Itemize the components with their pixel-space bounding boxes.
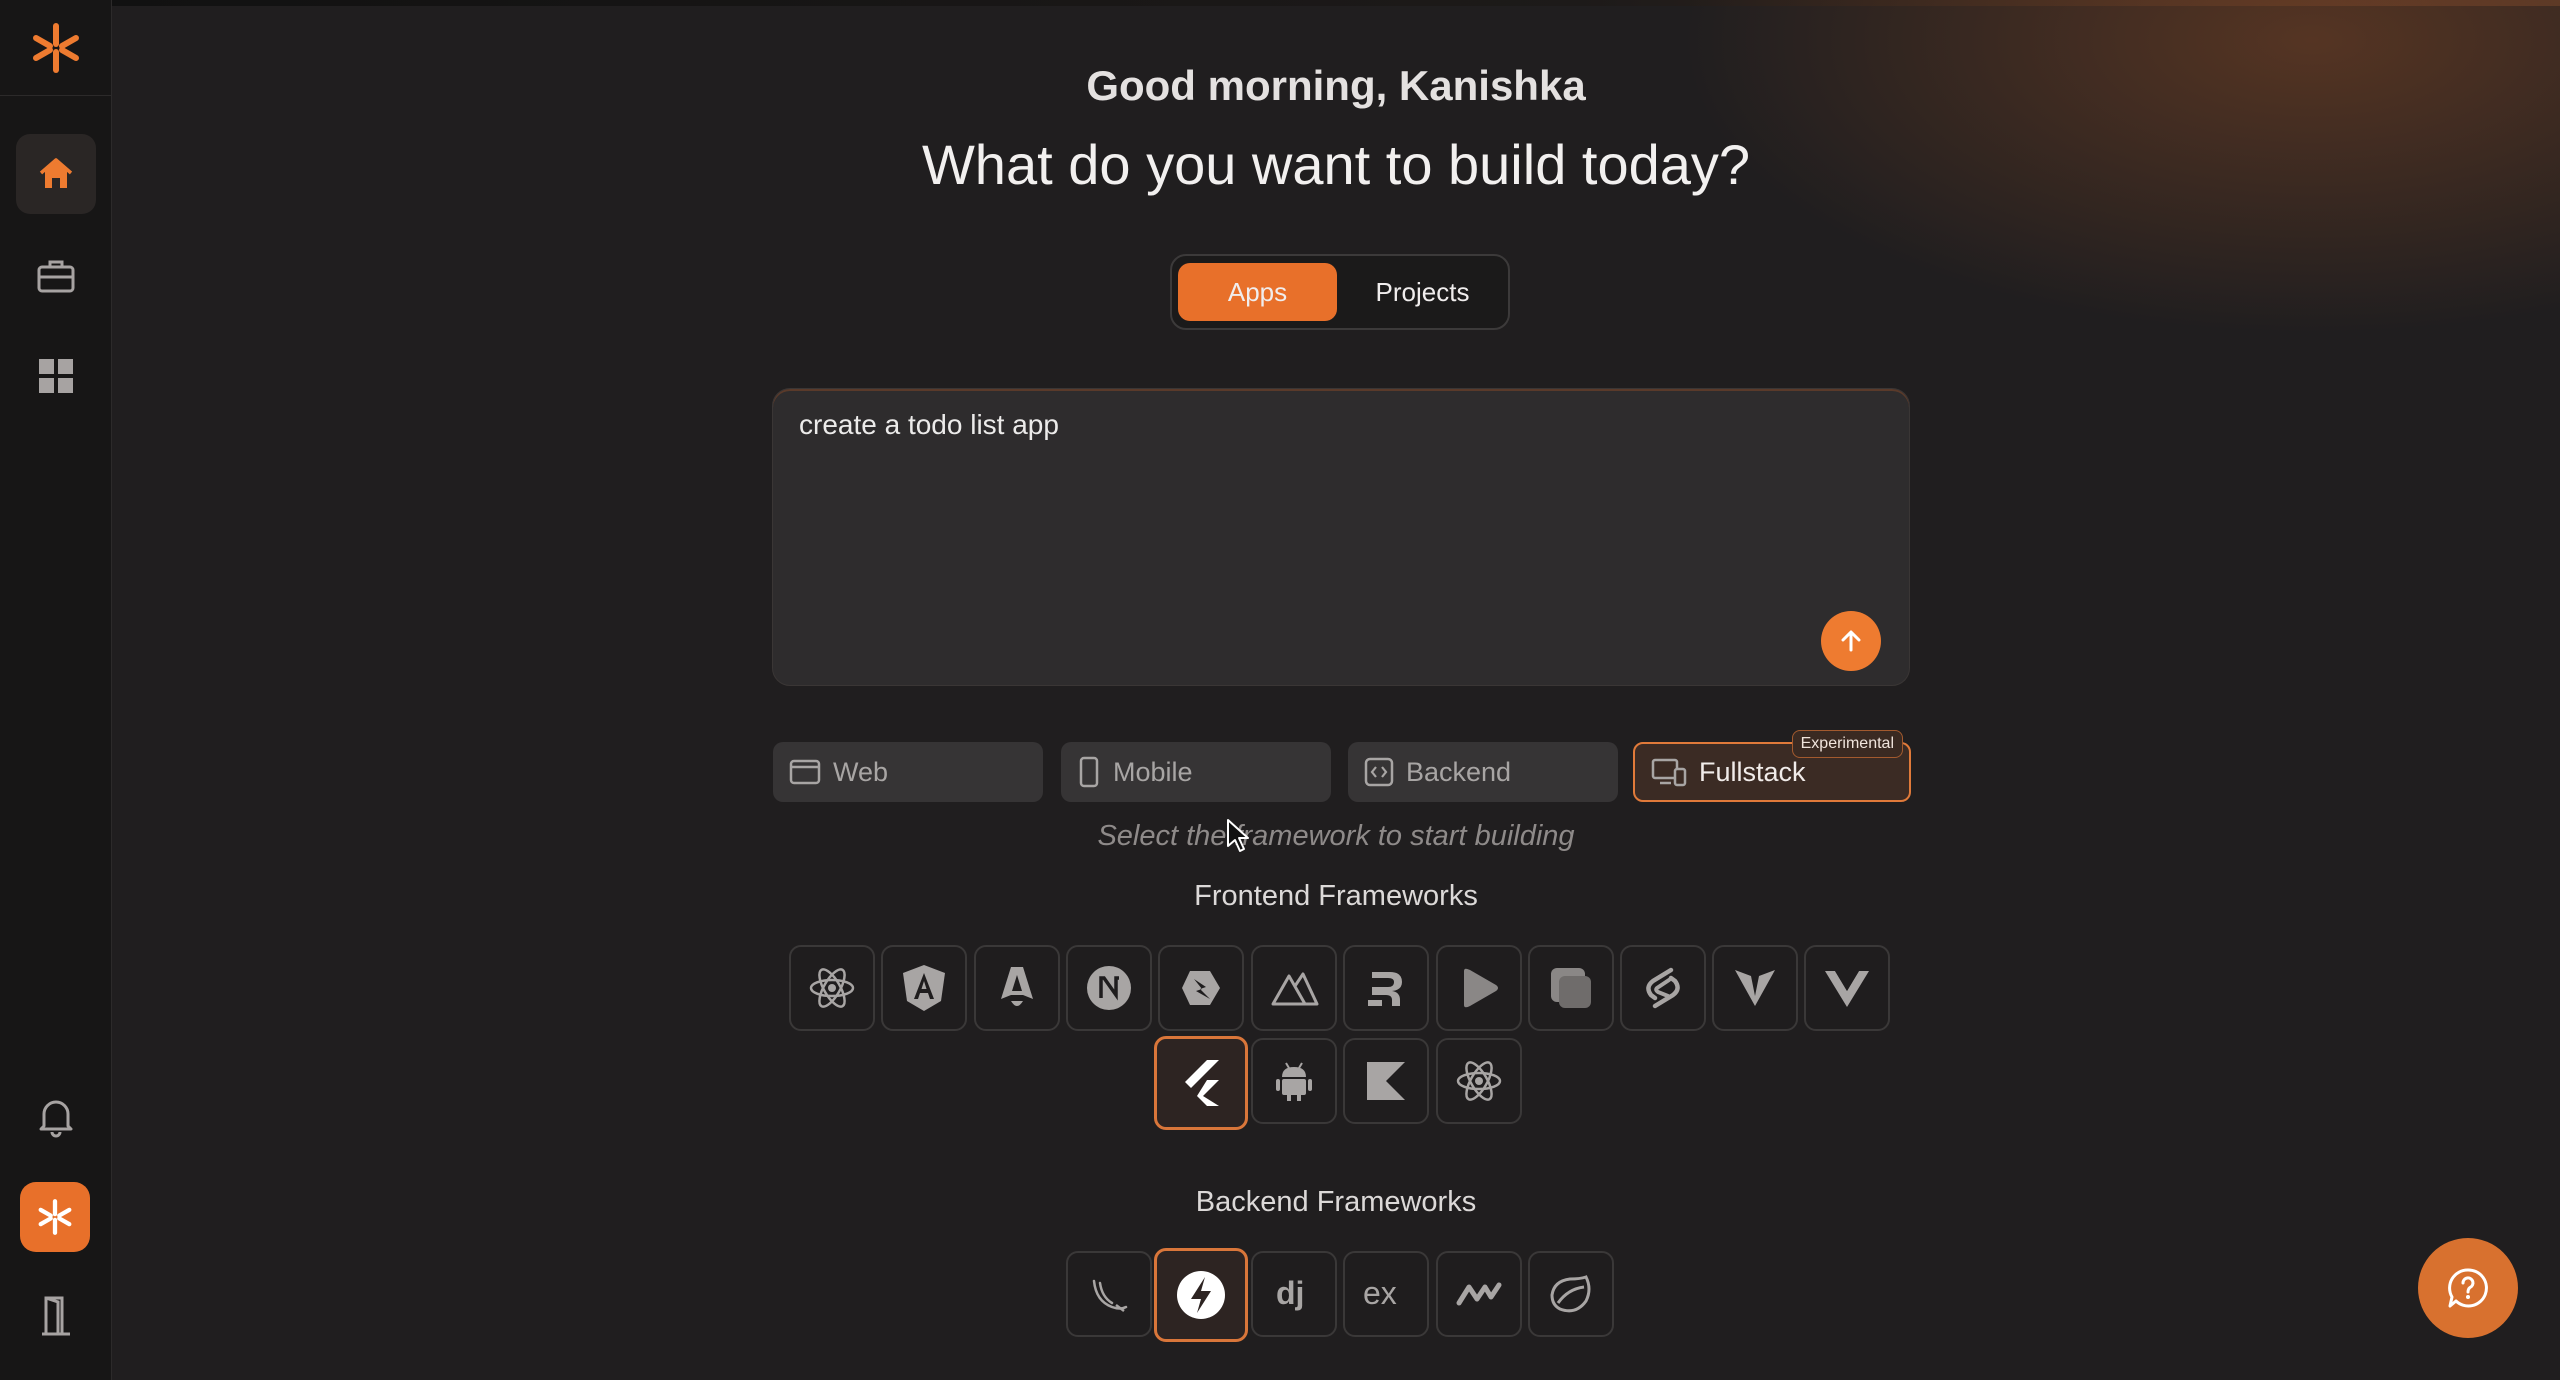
nextjs-icon — [1087, 966, 1131, 1010]
express-icon: ex — [1363, 1275, 1397, 1311]
angular-icon — [903, 965, 945, 1011]
fw-solidstart[interactable] — [1436, 945, 1522, 1031]
fw-express[interactable]: ex — [1343, 1251, 1429, 1337]
experimental-badge: Experimental — [1791, 730, 1903, 758]
kotlin-icon — [1367, 1062, 1405, 1100]
fw-flask[interactable] — [1066, 1251, 1152, 1337]
sidebar-item-home[interactable] — [16, 134, 96, 214]
code-icon — [1364, 757, 1394, 787]
type-web[interactable]: Web — [773, 742, 1043, 802]
nestjs-icon — [1456, 1282, 1502, 1306]
prompt-input[interactable]: create a todo list app — [799, 409, 1799, 629]
fw-react-native[interactable] — [1436, 1038, 1522, 1124]
vue-icon — [1825, 971, 1869, 1007]
react-icon — [809, 968, 855, 1008]
django-icon: dj — [1276, 1275, 1304, 1311]
fw-kotlin[interactable] — [1343, 1038, 1429, 1124]
fw-nuxt[interactable] — [1251, 945, 1337, 1031]
fw-vue[interactable] — [1804, 945, 1890, 1031]
bell-icon — [39, 1100, 73, 1138]
fw-astro[interactable] — [974, 945, 1060, 1031]
fw-nestjs[interactable] — [1436, 1251, 1522, 1337]
fw-nextjs[interactable] — [1066, 945, 1152, 1031]
spring-icon — [1550, 1275, 1591, 1313]
fw-fastapi[interactable] — [1154, 1248, 1248, 1342]
tab-projects[interactable]: Projects — [1343, 263, 1502, 321]
background-glow — [112, 0, 2560, 1380]
frontend-title: Frontend Frameworks — [1194, 880, 1478, 912]
top-border — [112, 0, 2560, 6]
svg-text:ex: ex — [1363, 1275, 1397, 1311]
arrow-up-icon — [1841, 630, 1861, 652]
mouse-cursor-icon — [1227, 819, 1249, 852]
phone-icon — [1079, 756, 1099, 788]
logout-button[interactable] — [16, 1276, 96, 1356]
home-icon — [39, 158, 73, 188]
fw-solid[interactable] — [1528, 945, 1614, 1031]
type-backend-label: Backend — [1406, 756, 1512, 787]
react-native-icon — [1456, 1061, 1502, 1101]
asterisk-icon — [33, 22, 79, 73]
fw-react[interactable] — [789, 945, 875, 1031]
type-backend[interactable]: Backend — [1348, 742, 1618, 802]
type-mobile[interactable]: Mobile — [1061, 742, 1331, 802]
prompt-box: create a todo list app — [772, 388, 1910, 686]
nuxt-icon — [1271, 972, 1319, 1006]
flutter-icon — [1185, 1060, 1219, 1106]
page-title: What do you want to build today? — [921, 133, 1751, 196]
backend-title: Backend Frameworks — [1195, 1186, 1477, 1218]
hint-text: Select the framework to start building — [1097, 820, 1575, 852]
fw-flutter[interactable] — [1154, 1036, 1248, 1130]
logo[interactable] — [0, 0, 112, 96]
type-mobile-label: Mobile — [1113, 756, 1193, 787]
type-fullstack[interactable]: Fullstack Experimental — [1633, 730, 1911, 802]
fw-django[interactable]: dj — [1251, 1251, 1337, 1337]
astro-icon — [1001, 967, 1033, 1006]
svg-text:dj: dj — [1276, 1275, 1304, 1311]
chat-question-icon — [2448, 1268, 2488, 1308]
remix-icon — [1368, 972, 1402, 1006]
fw-qwik[interactable] — [1158, 945, 1244, 1031]
briefcase-icon — [37, 260, 75, 293]
qwik-icon — [1182, 971, 1220, 1005]
help-chat-button[interactable] — [2418, 1238, 2518, 1338]
tab-apps[interactable]: Apps — [1178, 263, 1337, 321]
svelte-icon — [1646, 967, 1680, 1009]
android-icon — [1276, 1062, 1312, 1101]
fw-angular[interactable] — [881, 945, 967, 1031]
flask-icon — [1092, 1279, 1128, 1312]
grid-icon — [39, 359, 73, 393]
brand-button[interactable] — [20, 1182, 90, 1252]
type-web-label: Web — [833, 756, 889, 787]
fw-spring[interactable] — [1528, 1251, 1614, 1337]
fastapi-icon — [1177, 1271, 1225, 1319]
fw-svelte[interactable] — [1620, 945, 1706, 1031]
fw-android[interactable] — [1251, 1038, 1337, 1124]
solid-icon — [1551, 968, 1591, 1008]
greeting: Good morning, Kanishka — [1086, 62, 1586, 109]
fw-remix[interactable] — [1343, 945, 1429, 1031]
browser-icon — [789, 759, 821, 785]
sidebar-item-apps[interactable] — [16, 336, 96, 416]
sidebar-item-projects[interactable] — [16, 236, 96, 316]
door-icon — [42, 1296, 70, 1336]
asterisk-icon — [38, 1199, 72, 1235]
sidebar — [0, 0, 112, 1380]
fw-vite[interactable] — [1712, 945, 1798, 1031]
solidstart-icon — [1464, 968, 1498, 1008]
type-fullstack-label: Fullstack — [1699, 756, 1806, 787]
notifications-button[interactable] — [16, 1076, 96, 1156]
vite-icon — [1735, 970, 1775, 1006]
devices-icon — [1651, 758, 1687, 787]
send-button[interactable] — [1821, 611, 1881, 671]
mode-toggle: Apps Projects — [1170, 254, 1510, 330]
